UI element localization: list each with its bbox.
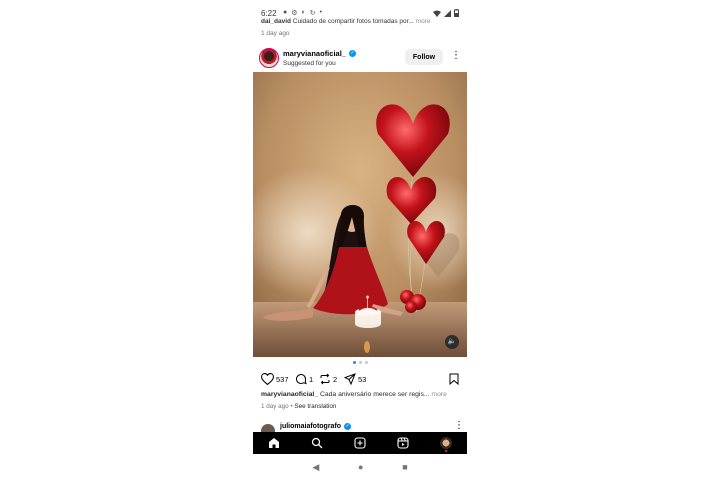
system-icons [433, 9, 459, 17]
post-time: 1 day ago [261, 403, 289, 410]
notification-icons: ● ⚙ ◐ ↻ • [283, 9, 322, 17]
heart-icon [261, 373, 274, 385]
post-header: maryvianaoficial_ ✓ Suggested for you Fo… [253, 46, 467, 70]
post-caption: maryvianaoficial_ Cada aniversário merec… [261, 391, 461, 398]
post-actions: 537 1 2 53 [253, 372, 467, 388]
search-icon [312, 437, 323, 449]
next-post-header: juliomaiafotografo ✓ ⋮ [253, 420, 467, 438]
verified-badge-icon: ✓ [348, 50, 356, 57]
previous-post-caption-user[interactable]: dai_david [261, 18, 291, 25]
post-username-row[interactable]: maryvianaoficial_ ✓ [283, 49, 356, 58]
battery-icon [454, 9, 459, 17]
chat-icon: ● [283, 9, 288, 16]
save-action[interactable] [449, 373, 459, 387]
more-options-icon[interactable]: ⋮ [451, 50, 461, 64]
mute-toggle-icon[interactable]: 🔈 [445, 335, 459, 349]
carousel-indicator [253, 361, 467, 364]
status-time: 6:22 [261, 9, 277, 18]
nav-search[interactable] [307, 433, 327, 453]
previous-post-caption-text: Cuidado de compartir fotos tomadas por..… [292, 18, 414, 25]
repost-action[interactable]: 2 [319, 373, 337, 385]
previous-post-time: 1 day ago [261, 30, 290, 37]
caption-more-link[interactable]: more [431, 391, 447, 398]
dot-icon: • [319, 9, 323, 16]
share-action[interactable]: 53 [344, 373, 366, 385]
post-subtitle: Suggested for you [283, 60, 336, 67]
nav-reels[interactable] [393, 433, 413, 453]
home-button-icon[interactable]: ● [358, 462, 363, 472]
see-translation-link[interactable]: See translation [294, 403, 336, 410]
repost-icon [320, 373, 330, 385]
post-avatar[interactable] [259, 48, 279, 68]
caption-text: Cada aniversário merece ser regis... [319, 391, 430, 398]
post-image[interactable]: 🔈 [253, 72, 467, 357]
bookmark-icon [449, 373, 459, 386]
create-icon [354, 437, 366, 449]
recents-icon[interactable]: ■ [402, 462, 407, 472]
post-username[interactable]: maryvianaoficial_ [283, 49, 346, 58]
carousel-dot [352, 361, 356, 364]
comment-action[interactable]: 1 [295, 373, 313, 385]
bottom-navigation [253, 432, 467, 454]
signal-icon [444, 9, 451, 17]
refresh-icon: ↻ [309, 10, 316, 17]
verified-badge-icon: ✓ [344, 423, 352, 430]
post-photo [253, 72, 467, 357]
share-count[interactable]: 53 [358, 375, 366, 384]
send-icon [344, 373, 356, 385]
like-count[interactable]: 537 [276, 375, 289, 384]
back-icon[interactable]: ◀ [312, 462, 319, 473]
reels-icon [397, 437, 409, 449]
nav-create[interactable] [350, 433, 370, 453]
previous-post-more-link[interactable]: more [416, 18, 431, 25]
comment-icon [296, 374, 307, 385]
headset-icon: ◐ [301, 9, 306, 16]
comment-count[interactable]: 1 [309, 375, 313, 384]
repost-count[interactable]: 2 [333, 375, 337, 384]
caption-username[interactable]: maryvianaoficial_ [261, 391, 318, 398]
like-action[interactable]: 537 [261, 373, 289, 385]
nav-profile[interactable] [436, 433, 456, 453]
profile-avatar [439, 437, 452, 452]
follow-button[interactable]: Follow [405, 49, 443, 65]
previous-post-caption: dai_david Cuidado de compartir fotos tom… [261, 18, 461, 27]
wifi-icon [433, 10, 441, 17]
carousel-dot [358, 361, 362, 364]
next-post-more-icon[interactable]: ⋮ [454, 420, 464, 431]
post-meta: 1 day ago • See translation [261, 403, 336, 410]
meta-separator: • [290, 403, 293, 410]
carousel-dot [364, 361, 368, 364]
next-post-username-row[interactable]: juliomaiafotografo ✓ [280, 423, 352, 430]
instagram-feed-screen: 6:22 ● ⚙ ◐ ↻ • dai_david Cuidado de comp… [253, 0, 467, 480]
system-navigation-bar: ◀ ● ■ [253, 454, 467, 480]
home-icon [269, 438, 280, 448]
next-post-username[interactable]: juliomaiafotografo [280, 423, 341, 430]
nav-home[interactable] [264, 433, 284, 453]
settings-icon: ⚙ [291, 10, 298, 17]
